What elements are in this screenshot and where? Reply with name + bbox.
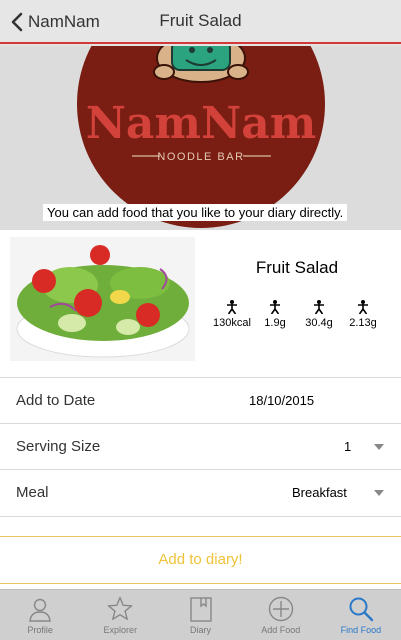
- tab-diary[interactable]: Diary: [160, 590, 240, 640]
- person-icon: [270, 300, 280, 314]
- search-icon: [349, 597, 374, 622]
- food-detail-card: Fruit Salad 130kcal 1.9g 30.4g 2.13g Add…: [0, 230, 401, 640]
- person-icon: [227, 300, 237, 314]
- chevron-down-icon[interactable]: [374, 490, 384, 496]
- tab-bar: Profile Explorer Diary Add Food Find Foo…: [0, 589, 401, 640]
- mascot-icon: [153, 46, 249, 83]
- book-icon: [189, 597, 212, 622]
- star-icon: [107, 596, 133, 620]
- tab-label: Find Food: [340, 625, 382, 635]
- date-row[interactable]: Add to Date 18/10/2015: [0, 378, 401, 424]
- page-title: Fruit Salad: [159, 11, 242, 30]
- nutrient-value: 130kcal: [213, 317, 251, 329]
- restaurant-banner: NamNam NOODLE BAR You can add food that …: [0, 46, 401, 230]
- person-icon: [358, 300, 368, 314]
- tab-find-food[interactable]: Find Food: [321, 590, 401, 640]
- person-icon: [314, 300, 324, 314]
- nutrient-value: 2.13g: [349, 317, 377, 329]
- meal-value[interactable]: Breakfast: [292, 485, 347, 500]
- serving-size-value[interactable]: 1: [344, 439, 351, 454]
- tab-label: Explorer: [103, 625, 138, 635]
- nutrient-value: 30.4g: [305, 317, 333, 329]
- nutrient-value: 1.9g: [264, 317, 286, 329]
- restaurant-logo: NamNam NOODLE BAR: [77, 46, 325, 228]
- info-caption: You can add food that you like to your d…: [43, 204, 348, 221]
- food-name: Fruit Salad: [255, 258, 339, 277]
- date-label: Add to Date: [16, 392, 96, 409]
- nutrient-calories: 130kcal: [212, 300, 252, 330]
- tab-explorer[interactable]: Explorer: [80, 590, 160, 640]
- meal-label: Meal: [16, 484, 49, 501]
- add-circle-icon: [268, 596, 293, 622]
- nutrient-fat: 2.13g: [343, 300, 383, 330]
- navigation-bar: NamNam Fruit Salad: [0, 0, 401, 44]
- serving-size-label: Serving Size: [16, 438, 101, 455]
- logo-wordmark: NamNam: [86, 98, 317, 149]
- screen: NamNam Fruit Salad NamNam NOODLE BAR You…: [0, 0, 401, 640]
- meal-row[interactable]: Meal Breakfast: [0, 470, 401, 516]
- chevron-down-icon[interactable]: [374, 444, 384, 450]
- food-image: [10, 237, 195, 361]
- date-value[interactable]: 18/10/2015: [249, 393, 314, 408]
- tab-profile[interactable]: Profile: [0, 590, 80, 640]
- profile-icon: [29, 598, 51, 622]
- serving-size-row[interactable]: Serving Size 1: [0, 424, 401, 470]
- tab-label: Add Food: [261, 625, 301, 635]
- tab-label: Diary: [190, 625, 212, 635]
- logo-subtitle: NOODLE BAR: [157, 151, 244, 163]
- tab-add-food[interactable]: Add Food: [241, 590, 321, 640]
- nutrient-protein: 1.9g: [255, 300, 295, 330]
- divider: [0, 516, 401, 517]
- nutrient-carbs: 30.4g: [299, 300, 339, 330]
- tab-label: Profile: [27, 625, 53, 635]
- add-to-diary-button[interactable]: Add to diary!: [0, 536, 401, 584]
